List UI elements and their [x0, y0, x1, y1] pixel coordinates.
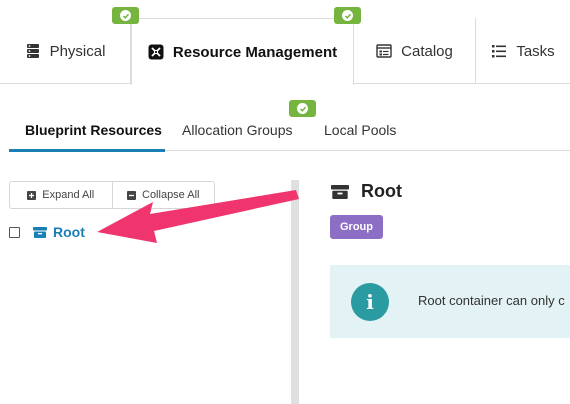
resource-management-icon — [148, 44, 164, 60]
tab-blueprint-resources[interactable]: Blueprint Resources — [25, 122, 162, 138]
tree-node-label[interactable]: Root — [53, 224, 85, 240]
tree-node-checkbox[interactable] — [9, 226, 20, 238]
tab-catalog[interactable]: Catalog — [354, 18, 476, 84]
page-title: Root — [361, 181, 402, 201]
plus-square-icon — [27, 190, 37, 200]
archive-box-icon — [331, 184, 349, 199]
pane-splitter[interactable] — [291, 180, 299, 404]
status-ok-badge — [334, 7, 361, 24]
collapse-all-button[interactable]: Collapse All — [111, 182, 215, 208]
status-ok-badge — [289, 100, 316, 117]
tab-physical-label: Physical — [49, 42, 106, 60]
tab-tasks-label: Tasks — [516, 42, 555, 60]
tab-resource-management[interactable]: Resource Management — [131, 18, 354, 85]
tree-toolbar: Expand All Collapse All — [9, 181, 215, 209]
check-circle-icon — [297, 103, 308, 114]
top-tab-bar: Physical Resource Management Catalog Tas… — [0, 0, 570, 85]
tab-catalog-label: Catalog — [401, 42, 453, 60]
tab-resource-management-label: Resource Management — [172, 43, 338, 61]
tab-allocation-groups[interactable]: Allocation Groups — [182, 122, 293, 138]
check-circle-icon — [120, 10, 131, 21]
server-icon — [26, 44, 39, 58]
minus-square-icon — [127, 190, 136, 200]
tree-node-root[interactable]: Root — [9, 224, 85, 240]
info-icon: i — [351, 283, 389, 321]
expand-all-label: Expand All — [42, 189, 95, 201]
expand-all-button[interactable]: Expand All — [10, 182, 112, 208]
tab-physical[interactable]: Physical — [0, 18, 131, 84]
info-message-text: Root container can only c — [418, 293, 565, 308]
tab-local-pools[interactable]: Local Pools — [324, 122, 396, 138]
status-ok-badge — [112, 7, 139, 24]
detail-header: Root — [331, 181, 402, 202]
collapse-all-label: Collapse All — [142, 189, 200, 201]
active-tab-indicator — [9, 149, 165, 152]
check-circle-icon — [342, 10, 353, 21]
info-message: i Root container can only c — [330, 265, 570, 338]
tab-tasks[interactable]: Tasks — [476, 18, 570, 84]
sub-tab-bar: Blueprint Resources Allocation Groups Lo… — [0, 100, 570, 152]
archive-box-icon — [33, 226, 47, 238]
type-badge: Group — [330, 215, 383, 239]
tasks-list-icon — [492, 45, 507, 58]
catalog-icon — [376, 44, 392, 58]
